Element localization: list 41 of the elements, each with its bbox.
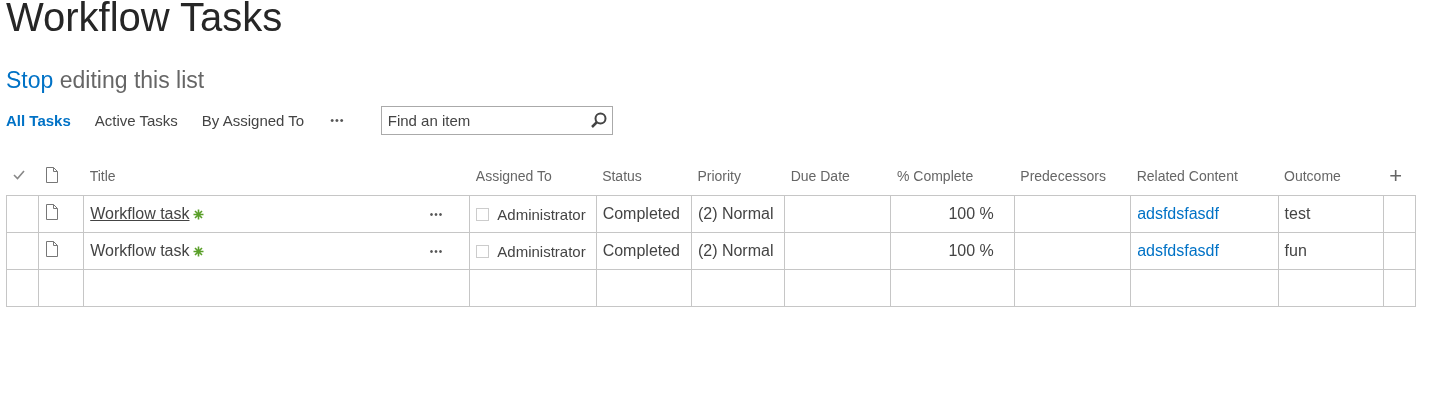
column-header[interactable]: Assigned To [475,168,552,184]
item-menu-button[interactable]: ••• [429,208,444,220]
table-cell: fun [1284,242,1307,259]
table-cell: (2) Normal [697,242,774,259]
document-icon [44,165,59,184]
document-icon [45,203,60,221]
add-column-button[interactable]: + [1389,163,1403,188]
table-cell: Administrator [497,205,586,223]
item-menu-button[interactable]: ••• [429,245,444,257]
task-title-link[interactable]: Workflow task [90,205,190,223]
view-tab[interactable]: By Assigned To [201,111,305,129]
document-icon [45,240,60,258]
stop-editing-link[interactable]: Stop [6,67,54,93]
page-title: Workflow Tasks [6,0,284,40]
table-cell: (2) Normal [697,205,774,222]
presence-checkbox[interactable] [476,207,490,221]
new-item-icon [193,208,205,220]
table-cell: 100 % [948,242,994,259]
new-item-icon [193,245,205,257]
more-views-button[interactable]: ••• [330,114,345,126]
table-cell: test [1284,205,1311,222]
search-field[interactable]: Find an item [380,105,613,135]
column-header[interactable]: Status [602,168,642,184]
view-tab[interactable]: Active Tasks [94,111,178,129]
table-cell: Completed [602,242,680,259]
table-cell: Administrator [497,242,586,260]
task-title-link[interactable]: Workflow task [90,242,190,260]
checkmark-icon [12,169,25,181]
column-header[interactable]: % Complete [896,168,974,184]
column-header[interactable]: Related Content [1136,168,1238,184]
search-icon [589,110,608,129]
table-cell: Completed [602,205,680,222]
table-cell: 100 % [948,205,994,222]
edit-caption: editing this list [58,67,205,93]
column-header[interactable]: Title [89,168,116,184]
column-header[interactable]: Priority [697,168,741,184]
column-header[interactable]: Due Date [790,168,850,184]
view-tab[interactable]: All Tasks [6,111,71,129]
column-header[interactable]: Outcome [1284,168,1341,184]
presence-checkbox[interactable] [476,244,490,258]
column-header[interactable]: Predecessors [1020,168,1106,184]
